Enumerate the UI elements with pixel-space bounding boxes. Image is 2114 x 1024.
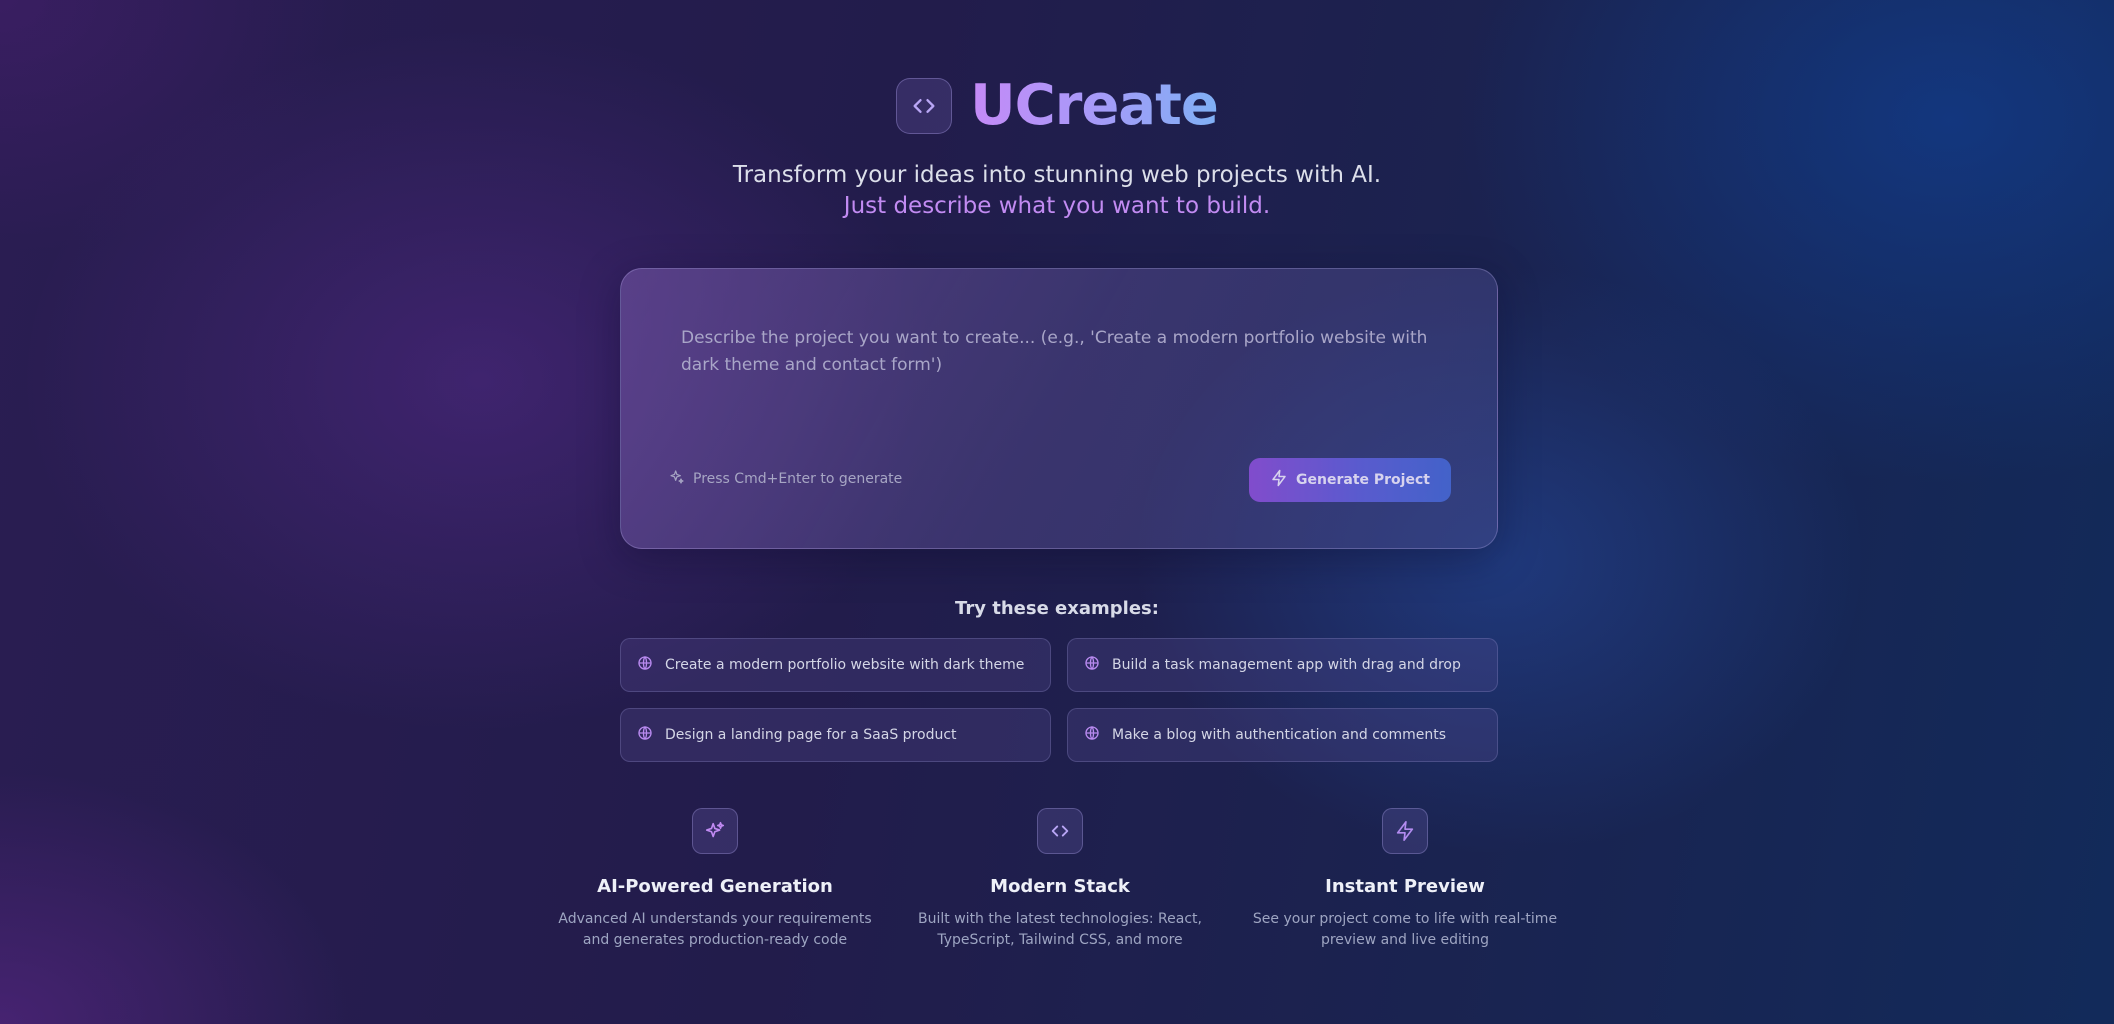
feature-description-line: preview and live editing [1320, 932, 1490, 948]
feature-description-line: Built with the latest technologies: Reac… [918, 911, 1202, 927]
example-chip[interactable]: Make a blog with authentication and comm… [1067, 708, 1498, 762]
examples-title: Try these examples: [955, 598, 1159, 619]
example-chip-label: Make a blog with authentication and comm… [1112, 727, 1447, 743]
feature-description: Advanced AI understands your requirement… [555, 909, 875, 951]
feature-description-line: TypeScript, Tailwind CSS, and more [937, 932, 1183, 948]
lightning-icon [1382, 808, 1428, 854]
prompt-card: Press Cmd+Enter to generate Generate Pro… [620, 268, 1498, 549]
example-chip-label: Create a modern portfolio website with d… [665, 657, 1025, 673]
feature-ai-generation: AI-Powered Generation Advanced AI unders… [555, 808, 875, 951]
feature-description-line: and generates production-ready code [582, 932, 848, 948]
sparkles-icon [692, 808, 738, 854]
keyboard-hint-text: Press Cmd+Enter to generate [693, 471, 903, 487]
tagline-secondary: Just describe what you want to build. [843, 193, 1271, 219]
feature-title: Instant Preview [1325, 876, 1485, 897]
globe-icon [1084, 725, 1100, 745]
globe-icon [1084, 655, 1100, 675]
feature-modern-stack: Modern Stack Built with the latest techn… [900, 808, 1220, 951]
feature-description-line: Advanced AI understands your requirement… [558, 911, 872, 927]
tagline: Transform your ideas into stunning web p… [0, 160, 2114, 222]
feature-title: AI-Powered Generation [597, 876, 833, 897]
generate-project-button[interactable]: Generate Project [1249, 458, 1451, 502]
project-description-input[interactable] [681, 325, 1451, 445]
lightning-icon [1270, 469, 1288, 491]
feature-description-line: See your project come to life with real-… [1252, 911, 1558, 927]
example-chip[interactable]: Build a task management app with drag an… [1067, 638, 1498, 692]
code-icon [1037, 808, 1083, 854]
brand-header: UCreate [0, 74, 2114, 138]
examples-grid: Create a modern portfolio website with d… [620, 638, 1498, 762]
sparkles-icon [669, 469, 685, 489]
keyboard-hint: Press Cmd+Enter to generate [669, 469, 902, 489]
globe-icon [637, 725, 653, 745]
feature-title: Modern Stack [990, 876, 1130, 897]
feature-description: See your project come to life with real-… [1245, 909, 1565, 951]
feature-instant-preview: Instant Preview See your project come to… [1245, 808, 1565, 951]
feature-description: Built with the latest technologies: Reac… [900, 909, 1220, 951]
tagline-primary: Transform your ideas into stunning web p… [732, 162, 1382, 188]
generate-project-label: Generate Project [1296, 472, 1430, 488]
example-chip-label: Design a landing page for a SaaS product [665, 727, 957, 743]
example-chip[interactable]: Design a landing page for a SaaS product [620, 708, 1051, 762]
code-icon [896, 78, 953, 134]
globe-icon [637, 655, 653, 675]
features-section: AI-Powered Generation Advanced AI unders… [0, 808, 2114, 958]
example-chip-label: Build a task management app with drag an… [1112, 657, 1461, 673]
example-chip[interactable]: Create a modern portfolio website with d… [620, 638, 1051, 692]
brand-name: UCreate [970, 73, 1219, 138]
